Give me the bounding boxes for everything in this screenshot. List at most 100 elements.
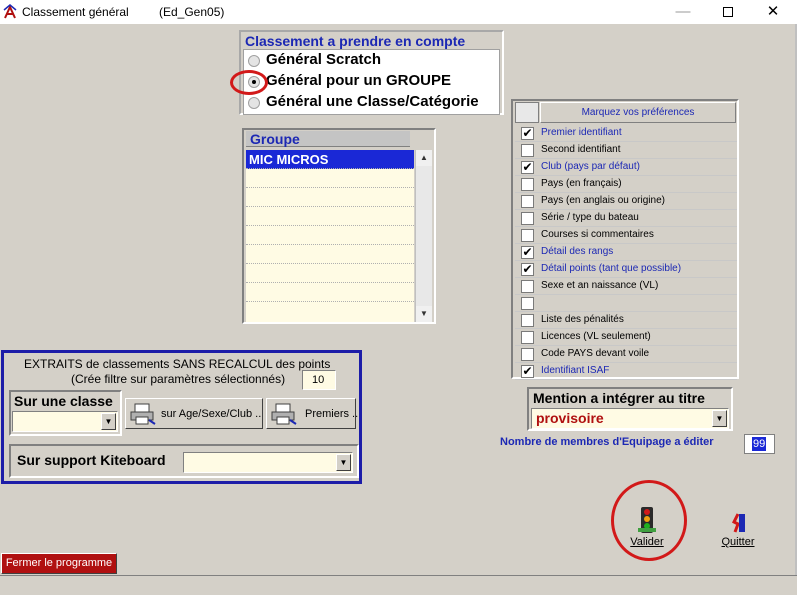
client-area: Classement a prendre en compte Général S… (0, 24, 797, 595)
preference-checkbox[interactable]: ✔ (521, 127, 534, 140)
sur-classe-label: Sur une classe (14, 393, 113, 409)
chevron-down-icon[interactable]: ▼ (712, 410, 727, 427)
fermer-button[interactable]: Fermer le programme (1, 553, 117, 574)
radio-general-scratch[interactable] (248, 55, 260, 67)
window-file-code: (Ed_Gen05) (159, 5, 225, 19)
preference-row[interactable]: ✔ Premier identifiant (515, 125, 737, 142)
preference-row[interactable]: Série / type du bateau (515, 210, 737, 227)
printer-icon (130, 403, 156, 425)
chevron-down-icon[interactable]: ▼ (336, 454, 351, 471)
preference-checkbox[interactable]: ✔ (521, 263, 534, 276)
preference-label: Détail des rangs (541, 246, 614, 257)
exit-icon (731, 513, 745, 533)
preference-checkbox[interactable] (521, 314, 534, 327)
scroll-up-icon[interactable]: ▲ (416, 150, 432, 166)
preference-row[interactable]: Courses si commentaires (515, 227, 737, 244)
preference-checkbox[interactable] (521, 297, 534, 310)
quitter-button[interactable]: Quitter (718, 512, 758, 552)
preference-row[interactable]: ✔ Club (pays par défaut) (515, 159, 737, 176)
mention-value: provisoire (536, 410, 604, 426)
premiers-label: Premiers .. (305, 408, 359, 420)
list-item[interactable]: MIC MICROS (246, 150, 414, 169)
classement-group: Classement a prendre en compte Général S… (239, 30, 504, 115)
extraits-subtitle: (Crée filtre sur paramètres sélectionnés… (71, 372, 286, 386)
mention-label: Mention a intégrer au titre (533, 390, 705, 406)
preference-label: Pays (en anglais ou origine) (541, 195, 665, 206)
scroll-down-icon[interactable]: ▼ (416, 306, 432, 322)
preference-checkbox[interactable] (521, 178, 534, 191)
groupe-header: Groupe (246, 131, 410, 147)
list-item[interactable] (246, 188, 414, 207)
premiers-button[interactable]: Premiers .. (266, 398, 359, 429)
preference-label: Détail points (tant que possible) (541, 263, 682, 274)
kiteboard-group: Sur support Kiteboard ▼ (9, 444, 359, 478)
status-bar (0, 575, 797, 595)
option-label: Général pour un GROUPE (266, 72, 452, 89)
classement-options: Général Scratch Général pour un GROUPE G… (243, 49, 500, 115)
preference-checkbox[interactable]: ✔ (521, 365, 534, 378)
sur-classe-group: Sur une classe ▼ (9, 390, 122, 436)
preference-row[interactable] (515, 295, 737, 312)
preference-row[interactable]: ✔ Détail points (tant que possible) (515, 261, 737, 278)
preference-checkbox[interactable] (521, 229, 534, 242)
preference-label: Identifiant ISAF (541, 365, 610, 376)
preference-checkbox[interactable] (521, 331, 534, 344)
preference-row[interactable]: Licences (VL seulement) (515, 329, 737, 346)
list-item[interactable] (246, 169, 414, 188)
maximize-icon (723, 7, 733, 18)
preferences-list: ✔ Premier identifiant Second identifiant ✔ C… (515, 125, 737, 380)
preferences-panel: Marquez vos préférences ✔ Premier identif… (511, 99, 739, 380)
preference-checkbox[interactable] (521, 195, 534, 208)
classe-select[interactable]: ▼ (12, 411, 118, 432)
maximize-button[interactable] (705, 0, 751, 24)
list-item[interactable] (246, 264, 414, 283)
highlight-circle-valider (611, 480, 687, 561)
members-field[interactable]: 99 (744, 434, 775, 454)
minimize-button[interactable]: — (660, 0, 706, 24)
preference-row[interactable]: Code PAYS devant voile (515, 346, 737, 363)
radio-general-classe[interactable] (248, 97, 260, 109)
preference-checkbox[interactable] (521, 144, 534, 157)
title-bar: Classement général (Ed_Gen05) — ✕ (0, 0, 797, 24)
groupe-scrollbar[interactable]: ▲ ▼ (415, 150, 432, 322)
mention-select[interactable]: provisoire ▼ (531, 408, 729, 429)
preference-row[interactable]: Pays (en français) (515, 176, 737, 193)
printer-icon (271, 403, 297, 425)
preference-row[interactable]: Pays (en anglais ou origine) (515, 193, 737, 210)
quitter-label: Quitter (721, 536, 755, 548)
preference-checkbox[interactable]: ✔ (521, 246, 534, 259)
list-item[interactable] (246, 245, 414, 264)
preference-checkbox[interactable] (521, 212, 534, 225)
preference-label: Courses si commentaires (541, 229, 654, 240)
kiteboard-select[interactable]: ▼ (183, 452, 353, 473)
preference-row[interactable]: Second identifiant (515, 142, 737, 159)
preference-checkbox[interactable]: ✔ (521, 161, 534, 174)
groupe-list-panel: Groupe MIC MICROS ▲ ▼ (242, 128, 436, 324)
age-sexe-club-button[interactable]: sur Age/Sexe/Club .. (125, 398, 263, 429)
list-item[interactable] (246, 226, 414, 245)
age-sexe-club-label: sur Age/Sexe/Club .. (161, 408, 262, 420)
chevron-down-icon[interactable]: ▼ (101, 413, 116, 430)
preference-checkbox[interactable] (521, 280, 534, 293)
preference-label: Sexe et an naissance (VL) (541, 280, 659, 291)
classement-header: Classement a prendre en compte (245, 33, 466, 49)
preferences-header: Marquez vos préférences (540, 102, 736, 123)
groupe-list[interactable]: MIC MICROS (246, 150, 414, 322)
mention-group: Mention a intégrer au titre provisoire ▼ (527, 387, 733, 431)
list-item[interactable] (246, 207, 414, 226)
highlight-circle-radio (230, 70, 268, 95)
extraits-title: EXTRAITS de classements SANS RECALCUL de… (24, 357, 331, 371)
preference-label: Série / type du bateau (541, 212, 639, 223)
members-label: Nombre de membres d'Equipage a éditer (500, 436, 714, 448)
preference-label: Licences (VL seulement) (541, 331, 651, 342)
preference-row[interactable]: ✔ Identifiant ISAF (515, 363, 737, 380)
extraits-count-field[interactable]: 10 (302, 370, 336, 390)
preference-row[interactable]: Sexe et an naissance (VL) (515, 278, 737, 295)
preference-checkbox[interactable] (521, 348, 534, 361)
extraits-panel: EXTRAITS de classements SANS RECALCUL de… (1, 350, 362, 484)
preference-row[interactable]: Liste des pénalités (515, 312, 737, 329)
preference-row[interactable]: ✔ Détail des rangs (515, 244, 737, 261)
list-item[interactable] (246, 283, 414, 302)
close-button[interactable]: ✕ (750, 0, 796, 24)
preference-label: Liste des pénalités (541, 314, 624, 325)
